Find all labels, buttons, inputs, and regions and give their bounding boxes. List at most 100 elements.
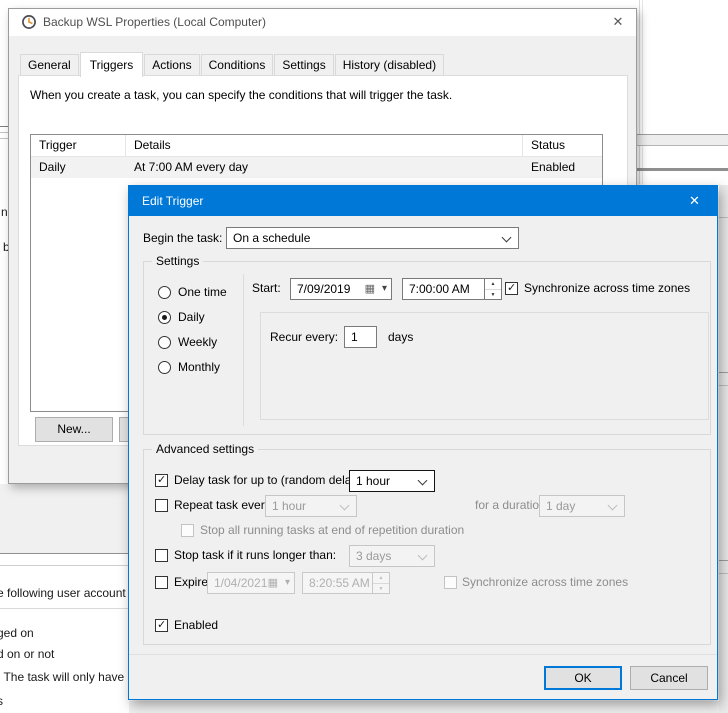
spin-up-icon: ▲ [373, 573, 389, 584]
daily-radio[interactable] [158, 311, 171, 324]
delay-task-label[interactable]: Delay task for up to (random delay): [174, 473, 365, 487]
column-header-status[interactable]: Status [523, 135, 602, 156]
footer-divider [129, 654, 717, 655]
spin-down-icon[interactable]: ▼ [485, 290, 501, 300]
settings-group-label: Settings [152, 254, 203, 268]
background-pane [129, 701, 719, 713]
start-date-value: 7/09/2019 [297, 282, 350, 296]
chevron-down-icon [340, 501, 350, 511]
background-divider [0, 138, 8, 139]
details-cell: At 7:00 AM every day [126, 157, 523, 178]
background-text-fragment: d on or not [0, 647, 54, 661]
close-icon[interactable]: ✕ [602, 9, 634, 35]
background-divider [719, 573, 728, 574]
close-icon[interactable]: ✕ [672, 186, 717, 216]
chevron-down-icon [418, 476, 428, 486]
tab-history[interactable]: History (disabled) [335, 54, 444, 76]
delay-task-checkbox[interactable]: ✓ [155, 474, 168, 487]
chevron-down-icon [502, 233, 512, 243]
sync-timezones-checkbox[interactable]: ✓ [505, 282, 518, 295]
weekly-label[interactable]: Weekly [178, 335, 217, 349]
chevron-down-icon[interactable]: ▾ [382, 283, 387, 294]
start-label: Start: [252, 281, 281, 295]
background-panel-band [637, 168, 728, 171]
table-row[interactable]: Daily At 7:00 AM every day Enabled [31, 157, 602, 178]
background-panel-edge [642, 0, 643, 184]
expire-date-picker: 1/04/2021 ▦ ▾ [207, 572, 295, 594]
repeat-interval-value: 1 hour [272, 499, 306, 513]
tab-triggers[interactable]: Triggers [80, 52, 144, 77]
settings-group: Settings One time Daily Weekly Monthly S… [143, 261, 711, 435]
tab-settings[interactable]: Settings [274, 54, 333, 76]
recur-every-label: Recur every: [270, 330, 338, 344]
stop-all-tasks-checkbox [181, 524, 194, 537]
tab-strip: General Triggers Actions Conditions Sett… [20, 49, 445, 76]
tab-actions[interactable]: Actions [144, 54, 199, 76]
edit-trigger-titlebar[interactable]: Edit Trigger ✕ [129, 186, 717, 216]
background-divider [719, 385, 728, 386]
background-divider [0, 553, 129, 554]
duration-value: 1 day [546, 499, 575, 513]
enabled-checkbox[interactable]: ✓ [155, 619, 168, 632]
spin-up-icon[interactable]: ▲ [485, 279, 501, 290]
new-trigger-button[interactable]: New... [35, 417, 113, 442]
recur-every-input[interactable]: 1 [344, 326, 377, 348]
background-divider [0, 608, 129, 609]
begin-task-dropdown[interactable]: On a schedule [226, 227, 519, 249]
ok-button[interactable]: OK [544, 666, 622, 690]
time-spinner-buttons: ▲ ▼ [372, 573, 389, 593]
trigger-cell: Daily [31, 157, 126, 178]
monthly-radio[interactable] [158, 361, 171, 374]
begin-task-label: Begin the task: [143, 231, 222, 245]
advanced-settings-group-label: Advanced settings [152, 442, 258, 456]
dialog-title: Edit Trigger [142, 194, 203, 208]
recur-unit-label: days [388, 330, 413, 344]
calendar-icon: ▦ [268, 576, 278, 589]
screen: { "icons": { "close": "✕", "check": "✓",… [0, 0, 728, 713]
weekly-radio[interactable] [158, 336, 171, 349]
expire-checkbox[interactable] [155, 576, 168, 589]
daily-label[interactable]: Daily [178, 310, 205, 324]
expire-time-value: 8:20:55 AM [309, 576, 370, 590]
cancel-button[interactable]: Cancel [630, 666, 708, 690]
expire-label[interactable]: Expire: [174, 575, 211, 589]
expire-sync-timezones-checkbox [444, 576, 457, 589]
column-header-trigger[interactable]: Trigger [31, 135, 126, 156]
stop-all-tasks-label: Stop all running tasks at end of repetit… [200, 523, 464, 537]
repeat-task-label[interactable]: Repeat task every: [174, 498, 274, 512]
repeat-task-checkbox[interactable] [155, 499, 168, 512]
start-time-spinner[interactable]: 7:00:00 AM ▲ ▼ [402, 278, 502, 300]
check-icon: ✓ [157, 618, 166, 631]
start-time-value: 7:00:00 AM [409, 282, 470, 296]
expire-sync-timezones-label: Synchronize across time zones [462, 575, 628, 589]
one-time-radio[interactable] [158, 286, 171, 299]
stop-task-checkbox[interactable] [155, 549, 168, 562]
monthly-label[interactable]: Monthly [178, 360, 220, 374]
background-pane [0, 484, 129, 553]
start-date-picker[interactable]: 7/09/2019 ▦ ▾ [290, 278, 392, 300]
delay-duration-dropdown[interactable]: 1 hour [349, 470, 435, 492]
stop-task-duration-value: 3 days [356, 549, 391, 563]
column-header-details[interactable]: Details [126, 135, 523, 156]
check-icon: ✓ [507, 281, 516, 294]
stop-task-label[interactable]: Stop task if it runs longer than: [174, 548, 336, 562]
chevron-down-icon: ▾ [285, 577, 290, 588]
tab-general[interactable]: General [20, 54, 79, 76]
expire-time-spinner: 8:20:55 AM ▲ ▼ [302, 572, 390, 594]
settings-separator [243, 274, 244, 426]
sync-timezones-label[interactable]: Synchronize across time zones [524, 281, 690, 295]
tab-conditions[interactable]: Conditions [201, 54, 274, 76]
background-panel-band [637, 134, 728, 146]
one-time-label[interactable]: One time [178, 285, 227, 299]
delay-duration-value: 1 hour [356, 474, 390, 488]
background-text-fragment: . The task will only have [0, 670, 124, 684]
properties-titlebar[interactable]: Backup WSL Properties (Local Computer) ✕ [9, 9, 636, 36]
check-icon: ✓ [157, 473, 166, 486]
repeat-interval-dropdown: 1 hour [265, 495, 357, 517]
time-spinner-buttons[interactable]: ▲ ▼ [484, 279, 501, 299]
recur-every-value: 1 [351, 330, 358, 344]
background-text-fragment: s [0, 694, 3, 708]
triggers-description: When you create a task, you can specify … [30, 88, 452, 102]
background-text-fragment: ged on [0, 626, 34, 640]
enabled-label[interactable]: Enabled [174, 618, 218, 632]
